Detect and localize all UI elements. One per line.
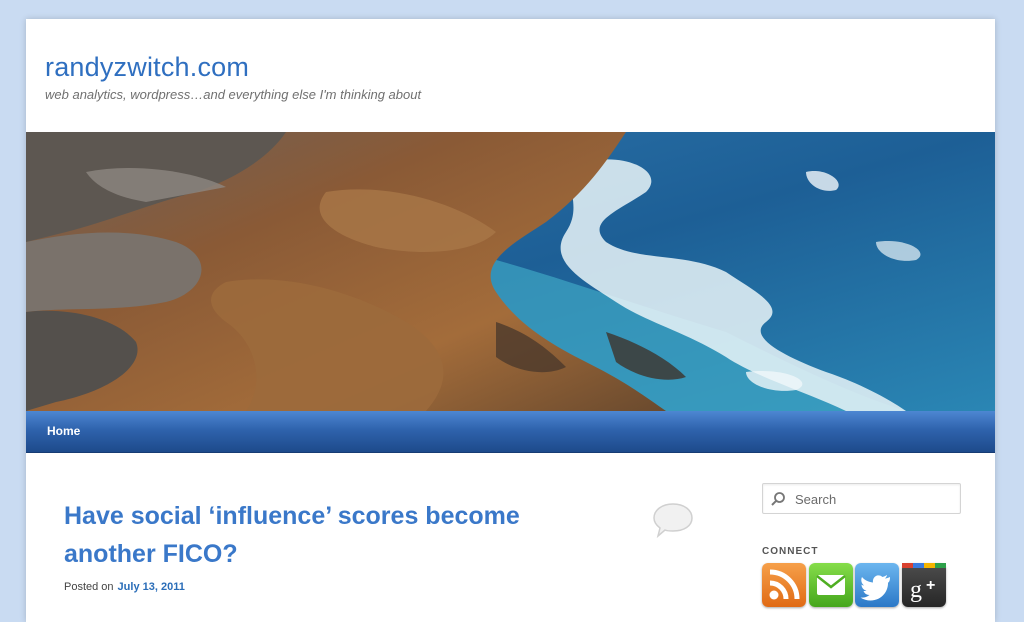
google-plus-icon[interactable]: g +	[902, 563, 946, 607]
main-navigation: Home	[26, 411, 995, 453]
page-container: randyzwitch.com web analytics, wordpress…	[26, 19, 995, 622]
twitter-icon[interactable]	[855, 563, 899, 607]
coastline-image	[26, 132, 995, 411]
posted-on-label: Posted on	[64, 581, 114, 593]
post-meta: Posted on July 13, 2011	[64, 581, 185, 593]
comment-bubble-icon[interactable]	[652, 501, 694, 539]
email-icon[interactable]	[809, 563, 853, 607]
rss-icon[interactable]	[762, 563, 806, 607]
search-icon	[771, 492, 785, 506]
header-image[interactable]	[26, 132, 995, 411]
svg-text:g: g	[910, 577, 922, 603]
svg-text:+: +	[926, 577, 935, 594]
site-description: web analytics, wordpress…and everything …	[45, 87, 422, 102]
search-input[interactable]	[793, 488, 957, 510]
connect-heading: CONNECT	[762, 546, 819, 557]
nav-item-home[interactable]: Home	[47, 424, 80, 438]
site-title[interactable]: randyzwitch.com	[45, 52, 249, 83]
search-form	[762, 483, 961, 514]
post-title[interactable]: Have social ‘influence’ scores become an…	[64, 497, 564, 573]
post-date-link[interactable]: July 13, 2011	[118, 581, 185, 593]
